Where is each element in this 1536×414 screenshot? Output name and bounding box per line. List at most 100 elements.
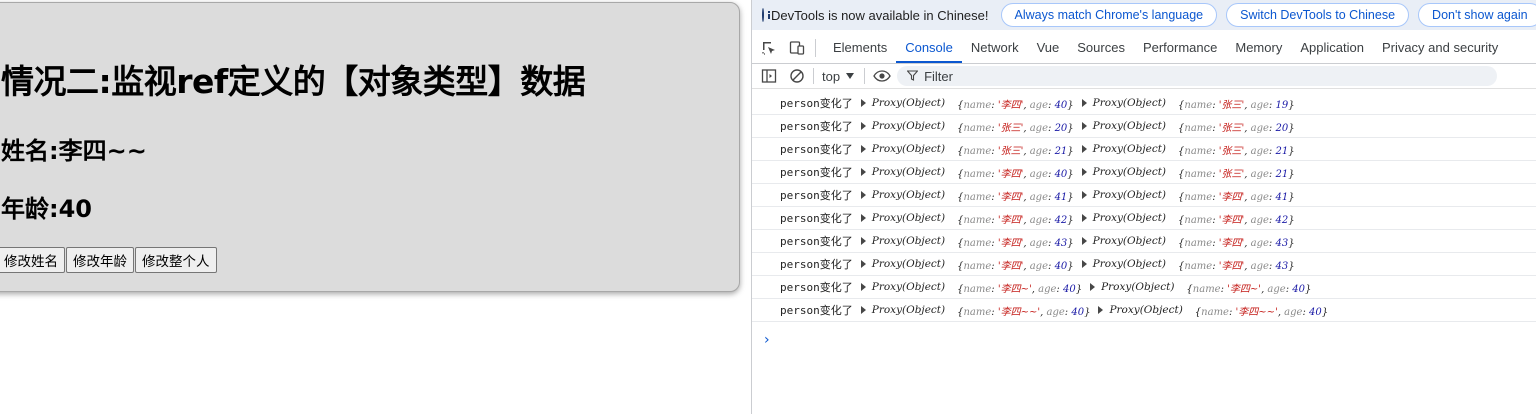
expand-triangle-icon[interactable] — [1081, 260, 1087, 268]
console-prompt[interactable]: › — [764, 332, 770, 348]
expand-triangle-icon[interactable] — [1081, 214, 1087, 222]
expandable-object[interactable]: Proxy(Object) — [1081, 166, 1166, 178]
expand-triangle-icon[interactable] — [1090, 283, 1096, 291]
object-label: Proxy(Object) — [1092, 212, 1167, 224]
expandable-object[interactable]: Proxy(Object) — [1081, 235, 1167, 247]
object-label: Proxy(Object) — [871, 281, 946, 293]
tab-memory[interactable]: Memory — [1226, 33, 1291, 63]
expandable-object[interactable]: Proxy(Object) — [860, 143, 945, 155]
object-preview: {name: '张三', age: 21} — [1178, 145, 1295, 157]
expandable-object[interactable]: Proxy(Object) — [1098, 304, 1183, 316]
tab-performance[interactable]: Performance — [1134, 33, 1226, 63]
live-expression-eye-icon[interactable] — [873, 68, 891, 84]
object-preview: {name: '李四', age: 43} — [1178, 260, 1295, 272]
age-value: 40 — [1054, 260, 1068, 272]
object-preview: {name: '张三', age: 21} — [1178, 168, 1295, 180]
name-value: '李四' — [1218, 237, 1245, 249]
expand-triangle-icon[interactable] — [860, 214, 866, 222]
expandable-object[interactable]: Proxy(Object) — [860, 120, 945, 132]
expand-triangle-icon[interactable] — [860, 283, 866, 291]
object-preview: {name: '李四', age: 40} — [957, 99, 1074, 111]
expand-triangle-icon[interactable] — [1081, 237, 1087, 245]
info-icon — [762, 8, 770, 22]
expand-triangle-icon[interactable] — [860, 145, 866, 153]
age-value: 40 — [1062, 283, 1076, 295]
expandable-object[interactable]: Proxy(Object) — [1090, 281, 1174, 293]
object-label: Proxy(Object) — [871, 235, 946, 247]
object-label: Proxy(Object) — [1092, 258, 1167, 270]
console-log-row: person变化了 Proxy(Object) {name: '李四', age: … — [752, 92, 1536, 115]
expand-triangle-icon[interactable] — [1081, 168, 1087, 176]
expand-triangle-icon[interactable] — [860, 191, 866, 199]
expand-triangle-icon[interactable] — [860, 168, 866, 176]
expandable-object[interactable]: Proxy(Object) — [1081, 120, 1166, 132]
sidebar-toggle-icon[interactable] — [761, 68, 777, 84]
device-toolbar-icon[interactable] — [789, 40, 805, 56]
tab-elements[interactable]: Elements — [824, 33, 896, 63]
name-value: '李四~' — [997, 283, 1032, 295]
tab-application[interactable]: Application — [1291, 33, 1373, 63]
log-message: person变化了 — [780, 281, 853, 294]
expandable-object[interactable]: Proxy(Object) — [860, 189, 945, 201]
expandable-object[interactable]: Proxy(Object) — [1081, 258, 1167, 270]
expand-triangle-icon[interactable] — [1081, 122, 1087, 130]
expandable-object[interactable]: Proxy(Object) — [860, 212, 946, 224]
tab-privacy-security[interactable]: Privacy and security — [1373, 33, 1507, 63]
name-value: '李四' — [997, 214, 1024, 226]
expand-triangle-icon[interactable] — [860, 99, 866, 107]
expand-triangle-icon[interactable] — [1081, 191, 1087, 199]
expandable-object[interactable]: Proxy(Object) — [1081, 189, 1166, 201]
expand-triangle-icon[interactable] — [1098, 306, 1104, 314]
tab-console[interactable]: Console — [896, 33, 962, 63]
match-language-button[interactable]: Always match Chrome's language — [1000, 3, 1218, 27]
switch-chinese-button[interactable]: Switch DevTools to Chinese — [1226, 3, 1410, 27]
console-toolbar: top Filter — [752, 64, 1536, 89]
expandable-object[interactable]: Proxy(Object) — [1081, 212, 1167, 224]
object-preview: {name: '张三', age: 20} — [1178, 122, 1295, 134]
tab-network[interactable]: Network — [962, 33, 1028, 63]
console-log-row: person变化了 Proxy(Object) {name: '李四', age: … — [752, 253, 1536, 276]
button-group: 修改姓名 修改年龄 修改整个人 — [0, 247, 218, 273]
filter-input[interactable]: Filter — [897, 66, 1498, 86]
expandable-object[interactable]: Proxy(Object) — [860, 166, 945, 178]
expandable-object[interactable]: Proxy(Object) — [860, 258, 945, 270]
expand-triangle-icon[interactable] — [1081, 145, 1087, 153]
expandable-object[interactable]: Proxy(Object) — [1081, 97, 1166, 109]
object-label: Proxy(Object) — [1092, 235, 1167, 247]
change-age-button[interactable]: 修改年龄 — [66, 247, 134, 273]
tab-sources[interactable]: Sources — [1068, 33, 1134, 63]
inspect-element-icon[interactable] — [761, 40, 777, 56]
name-value: '李四' — [997, 191, 1024, 203]
expand-triangle-icon[interactable] — [1081, 99, 1087, 107]
clear-console-icon[interactable] — [789, 68, 805, 84]
age-value: 20 — [1275, 122, 1289, 134]
expandable-object[interactable]: Proxy(Object) — [860, 304, 945, 316]
expand-triangle-icon[interactable] — [860, 260, 866, 268]
change-name-button[interactable]: 修改姓名 — [0, 247, 65, 273]
name-value: '李四~' — [1227, 283, 1262, 295]
expandable-object[interactable]: Proxy(Object) — [860, 235, 946, 247]
change-person-button[interactable]: 修改整个人 — [135, 247, 217, 273]
expandable-object[interactable]: Proxy(Object) — [860, 281, 946, 293]
console-log-row: person变化了 Proxy(Object) {name: '李四~~', age… — [752, 299, 1536, 322]
name-value: '李四' — [1218, 191, 1245, 203]
age-value: 21 — [1275, 145, 1289, 157]
dont-show-again-button[interactable]: Don't show again — [1418, 3, 1536, 27]
object-preview: {name: '张三', age: 20} — [957, 122, 1074, 134]
expandable-object[interactable]: Proxy(Object) — [860, 97, 945, 109]
devtools-tab-bar: Elements Console Network Vue Sources Per… — [752, 33, 1536, 64]
object-preview: {name: '李四', age: 43} — [957, 237, 1074, 249]
expand-triangle-icon[interactable] — [860, 237, 866, 245]
context-selector[interactable]: top — [822, 69, 855, 84]
chevron-down-icon — [846, 73, 855, 79]
expand-triangle-icon[interactable] — [860, 306, 866, 314]
age-value: 42 — [1275, 214, 1289, 226]
name-value: '李四' — [997, 99, 1024, 111]
object-label: Proxy(Object) — [871, 212, 946, 224]
expand-triangle-icon[interactable] — [860, 122, 866, 130]
age-value: 21 — [1275, 168, 1289, 180]
filter-icon — [906, 69, 919, 84]
tab-vue[interactable]: Vue — [1028, 33, 1069, 63]
expandable-object[interactable]: Proxy(Object) — [1081, 143, 1166, 155]
age-value: 40 — [1054, 168, 1068, 180]
